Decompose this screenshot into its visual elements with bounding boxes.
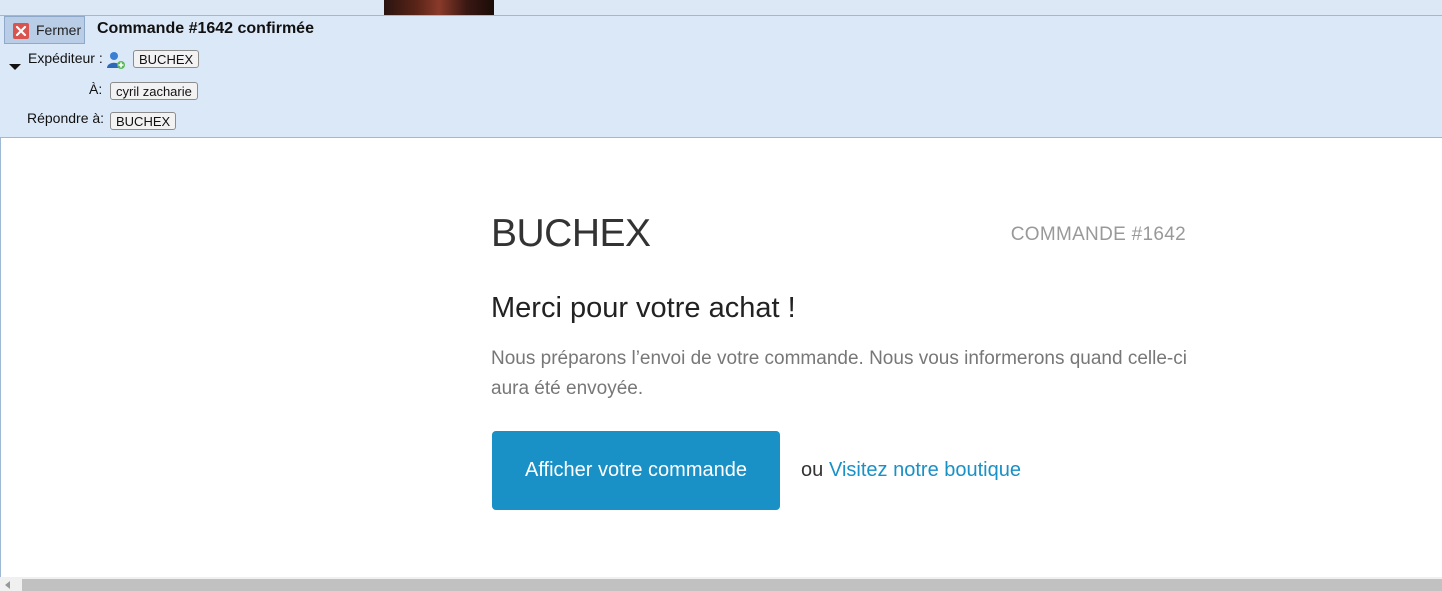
or-text: ou	[801, 459, 824, 481]
message-subject: Commande #1642 confirmée	[97, 20, 314, 37]
toggle-caret-icon[interactable]	[9, 58, 21, 70]
to-chip[interactable]: cyril zacharie	[110, 82, 198, 100]
to-label: À:	[89, 81, 103, 97]
reply-to-label: Répondre à:	[27, 110, 105, 126]
image-thumbnail	[384, 0, 494, 15]
thanks-heading: Merci pour votre achat !	[491, 292, 796, 324]
reply-to-chip[interactable]: BUCHEX	[110, 112, 177, 130]
close-button[interactable]: Fermer	[4, 16, 85, 44]
view-order-button[interactable]: Afficher votre commande	[492, 431, 780, 510]
shop-brand: BUCHEX	[491, 212, 651, 255]
scroll-left-arrow-icon[interactable]	[5, 581, 10, 589]
close-icon	[13, 23, 29, 39]
close-button-label: Fermer	[36, 22, 82, 38]
message-header: Fermer Commande #1642 confirmée Expédite…	[0, 16, 1442, 138]
order-description: Nous préparons l’envoi de votre commande…	[491, 348, 1187, 399]
visit-shop-link[interactable]: Visitez notre boutique	[829, 459, 1021, 482]
from-label: Expéditeur :	[28, 50, 103, 66]
scrollbar-thumb[interactable]	[22, 579, 1442, 591]
from-chip[interactable]: BUCHEX	[133, 50, 200, 68]
top-strip	[0, 0, 1442, 16]
order-number: COMMANDE #1642	[1010, 224, 1186, 245]
contact-icon[interactable]	[106, 50, 126, 70]
horizontal-scrollbar[interactable]	[0, 577, 1442, 591]
content-border	[0, 138, 1, 578]
